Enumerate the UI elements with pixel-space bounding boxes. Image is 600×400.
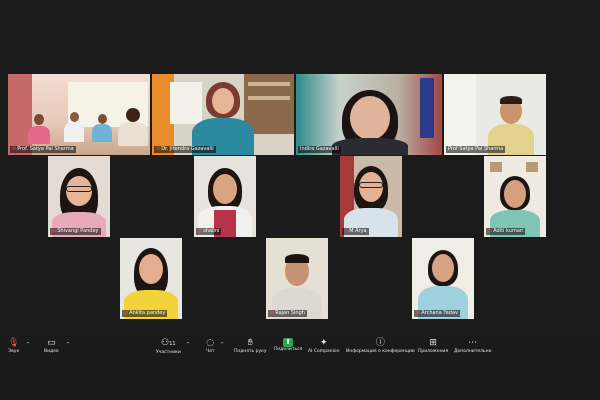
- video-tile[interactable]: ⊘ Rajan Singh: [266, 238, 328, 319]
- participants-options-chevron-icon[interactable]: ^: [186, 342, 190, 348]
- participant-name: Prof Satya Pal Sharma: [446, 146, 506, 153]
- participant-name: ⊘ Dr. Jitendra Gazavalli: [154, 146, 216, 153]
- chat-button[interactable]: ◌ Чат: [206, 338, 214, 354]
- more-label: Дополнительно: [454, 349, 492, 354]
- raise-hand-label: Поднять руку: [234, 349, 267, 354]
- chat-options-chevron-icon[interactable]: ^: [220, 342, 224, 348]
- more-icon: ⋯: [468, 338, 478, 348]
- mic-off-icon: ⊘: [270, 310, 275, 316]
- video-options-chevron-icon[interactable]: ^: [66, 342, 70, 348]
- participant-name: ⊘ Ankita pandey: [122, 310, 168, 317]
- video-tile[interactable]: ⊘ Aditi kumari: [484, 156, 546, 237]
- video-tile-active-speaker[interactable]: Indira Gazavalli: [296, 74, 442, 155]
- participant-name: ⊘ Rajan Singh: [268, 310, 307, 317]
- participant-name: ⊘ M Arya: [342, 228, 369, 235]
- participant-name: ⊘ shalini: [196, 228, 222, 235]
- chat-label: Чат: [206, 349, 215, 354]
- top-bar: [0, 0, 600, 52]
- video-tile[interactable]: ⊘ shalini: [194, 156, 256, 237]
- video-tile[interactable]: ⊘ Shivangi Pandey: [48, 156, 110, 237]
- video-label: Видео: [44, 349, 59, 354]
- raise-hand-button[interactable]: ✋︎ Поднять руку: [234, 338, 267, 354]
- ai-companion-icon: ✦: [319, 338, 328, 348]
- apps-label: Приложения: [418, 349, 449, 354]
- participants-button[interactable]: ⚇11 Участники: [156, 338, 181, 355]
- video-tile[interactable]: ⊘ Dr. Jitendra Gazavalli: [152, 74, 294, 155]
- meeting-toolbar: 🎙︎ Звук ^ ▭ Видео ^ ⚇11 Участники ^ ◌ Ча…: [0, 334, 600, 364]
- participant-name: ⊘ Archana Yadav: [414, 310, 460, 317]
- apps-button[interactable]: ⊞ Приложения: [418, 338, 448, 354]
- participant-name: ⊘ Aditi kumari: [486, 228, 526, 235]
- mic-off-icon: ⊘: [198, 228, 203, 234]
- bottom-bar: [0, 364, 600, 400]
- camera-icon: ▭: [47, 338, 56, 348]
- hand-icon: ✋︎: [247, 338, 253, 348]
- video-gallery: ⊘ Prof. Satya Pal Sharma ⊘ Dr. Jitendra Ga…: [0, 52, 600, 334]
- participants-label: Участники: [156, 350, 181, 355]
- mic-off-icon: ⊘: [344, 228, 349, 234]
- participant-name: ⊘ Shivangi Pandey: [50, 228, 101, 235]
- more-button[interactable]: ⋯ Дополнительно: [454, 338, 491, 354]
- meeting-info-button[interactable]: ⓘ Информация о конференции: [346, 338, 415, 354]
- participants-count: 11: [169, 341, 176, 347]
- share-screen-icon: ⬆: [283, 338, 294, 347]
- participant-name: Indira Gazavalli: [298, 146, 341, 153]
- share-button[interactable]: ⬆ Поделиться: [274, 338, 302, 352]
- audio-options-chevron-icon[interactable]: ^: [26, 342, 30, 348]
- video-tile[interactable]: ⊘ Archana Yadav: [412, 238, 474, 319]
- video-tile[interactable]: ⊘ Prof. Satya Pal Sharma: [8, 74, 150, 155]
- mic-off-icon: ⊘: [12, 146, 17, 152]
- participants-icon: ⚇11: [161, 338, 176, 348]
- audio-button[interactable]: 🎙︎ Звук: [8, 338, 19, 354]
- share-label: Поделиться: [274, 347, 303, 352]
- apps-icon: ⊞: [429, 338, 437, 348]
- mic-off-icon: ⊘: [124, 310, 129, 316]
- video-tile[interactable]: ⊘ Ankita pandey: [120, 238, 182, 319]
- mic-off-icon: ⊘: [156, 146, 161, 152]
- info-icon: ⓘ: [375, 338, 385, 348]
- meeting-info-label: Информация о конференции: [346, 349, 415, 354]
- mic-off-icon: ⊘: [416, 310, 421, 316]
- mic-off-icon: ⊘: [52, 228, 57, 234]
- video-tile[interactable]: Prof Satya Pal Sharma: [444, 74, 546, 155]
- video-button[interactable]: ▭ Видео: [44, 338, 59, 354]
- audio-label: Звук: [8, 349, 20, 354]
- chat-icon: ◌: [206, 338, 215, 348]
- ai-companion-button[interactable]: ✦ AI Companion: [308, 338, 339, 354]
- ai-companion-label: AI Companion: [308, 349, 340, 354]
- mic-off-icon: 🎙︎: [8, 338, 20, 348]
- video-tile[interactable]: ⊘ M Arya: [340, 156, 402, 237]
- mic-off-icon: ⊘: [488, 228, 493, 234]
- participant-name: ⊘ Prof. Satya Pal Sharma: [10, 146, 76, 153]
